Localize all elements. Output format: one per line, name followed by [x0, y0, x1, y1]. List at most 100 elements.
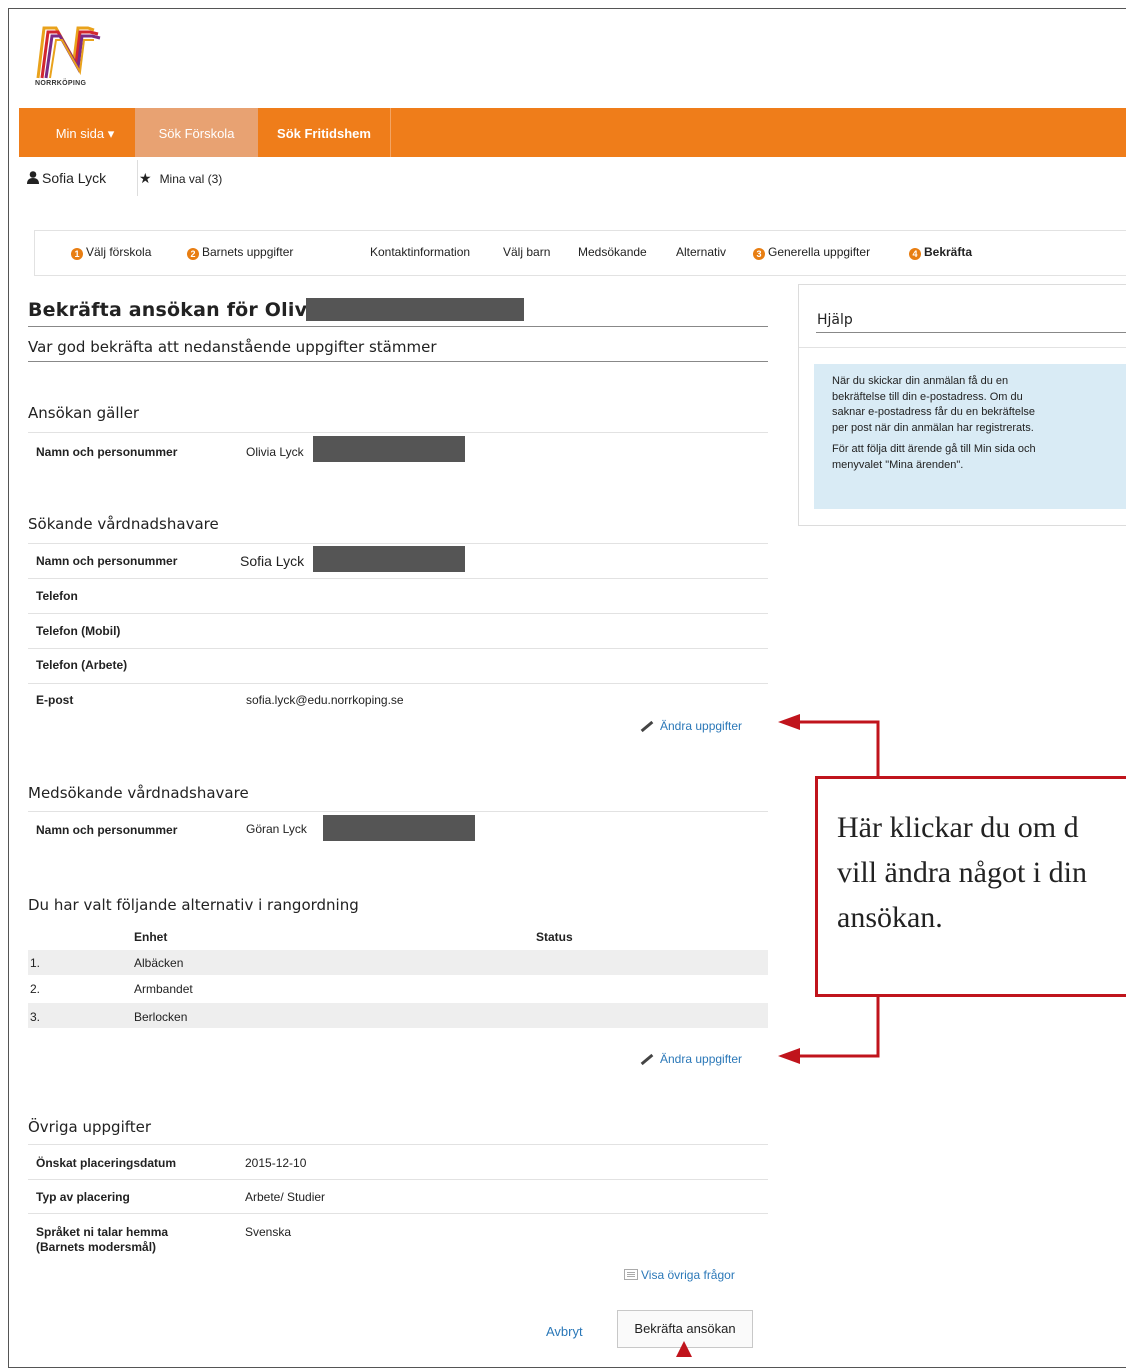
field-label: Namn och personummer — [36, 823, 178, 837]
help-panel: Hjälp När du skickar din anmälan få du e… — [798, 284, 1126, 526]
link-label: Ändra uppgifter — [660, 719, 743, 733]
field-label: Namn och personummer — [36, 445, 178, 459]
section-heading-application: Ansökan gäller — [28, 404, 140, 422]
step-label: Alternativ — [676, 245, 727, 259]
annotation-text: Här klickar du om d vill ändra något i d… — [837, 805, 1087, 940]
field-label: Telefon (Mobil) — [36, 624, 121, 638]
annotation-callout: Här klickar du om d vill ändra något i d… — [815, 776, 1126, 997]
rank-cell: 1. — [30, 956, 41, 970]
cancel-link[interactable]: Avbryt — [546, 1324, 583, 1339]
field-value: Arbete/ Studier — [245, 1190, 326, 1204]
annotation-line: Här klickar du om d — [837, 811, 1079, 844]
divider — [28, 613, 768, 614]
redacted-block — [313, 546, 465, 572]
step-label: Välj förskola — [86, 245, 152, 259]
divider — [28, 1213, 768, 1214]
field-label: E-post — [36, 693, 74, 707]
step-number-badge: 4 — [909, 248, 921, 260]
section-heading-guardian: Sökande vårdnadshavare — [28, 515, 219, 533]
page-subtitle: Var god bekräfta att nedanstående uppgif… — [28, 338, 437, 356]
step-barnets-uppgifter[interactable]: 2 Barnets uppgifter — [187, 245, 293, 260]
field-label: Telefon (Arbete) — [36, 658, 128, 672]
step-label: Medsökande — [578, 245, 647, 259]
help-text-line: per post när din anmälan har registrerat… — [832, 421, 1034, 434]
step-valj-forskola[interactable]: 1 Välj förskola — [71, 245, 151, 260]
pencil-icon — [640, 1054, 654, 1066]
favorites-link[interactable]: ★ Mina val (3) — [139, 160, 222, 196]
step-alternativ[interactable]: Alternativ — [676, 245, 726, 259]
email-value: sofia.lyck@edu.norrkoping.se — [246, 693, 404, 707]
show-more-questions-link[interactable]: Visa övriga frågor — [624, 1268, 735, 1282]
redacted-block — [306, 298, 524, 321]
help-title: Hjälp — [817, 312, 853, 328]
divider — [28, 648, 768, 649]
step-kontaktinformation[interactable]: Kontaktinformation — [370, 245, 470, 259]
step-label: Kontaktinformation — [370, 245, 471, 259]
unit-cell: Berlocken — [134, 1010, 188, 1024]
step-bekrafta[interactable]: 4 Bekräfta — [909, 245, 972, 260]
star-icon: ★ — [139, 170, 152, 186]
user-menu[interactable]: Sofia Lyck — [19, 160, 138, 196]
column-header-status: Status — [536, 930, 573, 944]
section-heading-alternatives: Du har valt följande alternativ i rangor… — [28, 896, 359, 914]
divider — [28, 432, 768, 433]
field-label: Namn och personummer — [36, 554, 178, 568]
rank-cell: 3. — [30, 1010, 41, 1024]
list-icon — [624, 1269, 638, 1280]
column-header-unit: Enhet — [134, 930, 168, 944]
field-value: Olivia Lyck — [246, 445, 304, 459]
divider — [28, 543, 768, 544]
top-navigation: Min sida ▾ Sök Förskola Sök Fritidshem — [19, 108, 1126, 157]
step-label: Generella uppgifter — [768, 245, 871, 259]
field-value: 2015-12-10 — [245, 1156, 307, 1170]
nav-divider — [390, 108, 391, 157]
section-heading-co-guardian: Medsökande vårdnadshavare — [28, 784, 249, 802]
field-label: Typ av placering — [36, 1190, 130, 1204]
pencil-icon — [640, 721, 654, 733]
unit-cell: Albäcken — [134, 956, 184, 970]
divider — [28, 361, 768, 362]
help-text-line: saknar e-postadress får du en bekräftels… — [832, 406, 1036, 418]
user-icon — [27, 171, 39, 184]
help-paragraph: För att följa ditt ärende gå till Min si… — [832, 442, 1126, 473]
section-heading-other: Övriga uppgifter — [28, 1118, 152, 1136]
help-info-box: När du skickar din anmälan få du en bekr… — [814, 364, 1126, 509]
divider — [28, 1144, 768, 1145]
divider — [28, 1179, 768, 1180]
edit-guardian-link[interactable]: Ändra uppgifter — [640, 719, 742, 733]
step-generella-uppgifter[interactable]: 3 Generella uppgifter — [753, 245, 870, 260]
link-label: Visa övriga frågor — [641, 1268, 735, 1282]
step-number-badge: 2 — [187, 248, 199, 260]
unit-cell: Armbandet — [134, 982, 193, 996]
step-valj-barn[interactable]: Välj barn — [503, 245, 550, 259]
field-value: Sofia Lyck — [240, 553, 305, 569]
divider — [816, 332, 1126, 333]
link-label: Ändra uppgifter — [660, 1052, 743, 1066]
redacted-block — [323, 815, 475, 841]
divider — [28, 326, 768, 327]
favorites-label: Mina val (3) — [159, 172, 223, 186]
nav-sok-fritidshem[interactable]: Sök Fritidshem — [258, 108, 390, 157]
nav-sok-forskola[interactable]: Sök Förskola — [135, 108, 258, 157]
help-text-line: bekräftelse till din e-postadress. Om du — [832, 390, 1023, 403]
field-label: Telefon — [36, 589, 78, 603]
user-name: Sofia Lyck — [42, 170, 107, 186]
divider — [28, 683, 768, 684]
help-paragraph: När du skickar din anmälan få du en bekr… — [832, 374, 1126, 436]
field-label: Språket ni talar hemma — [36, 1225, 169, 1239]
redacted-block — [313, 436, 465, 462]
step-label: Barnets uppgifter — [202, 245, 294, 259]
step-number-badge: 3 — [753, 248, 765, 260]
edit-alternatives-link[interactable]: Ändra uppgifter — [640, 1052, 742, 1066]
field-label-secondary: (Barnets modersmål) — [36, 1240, 157, 1254]
step-medsokande[interactable]: Medsökande — [578, 245, 647, 259]
field-value: Göran Lyck — [246, 822, 307, 836]
divider — [799, 347, 1126, 348]
confirm-application-button[interactable]: Bekräfta ansökan — [617, 1310, 753, 1348]
annotation-line: ansökan. — [837, 901, 943, 934]
annotation-line: vill ändra något i din — [837, 856, 1087, 889]
help-text-line: När du skickar din anmälan få du en — [832, 375, 1009, 387]
divider — [28, 811, 768, 812]
logo-text: NORRKÖPING — [35, 80, 87, 87]
nav-min-sida[interactable]: Min sida ▾ — [35, 108, 135, 157]
